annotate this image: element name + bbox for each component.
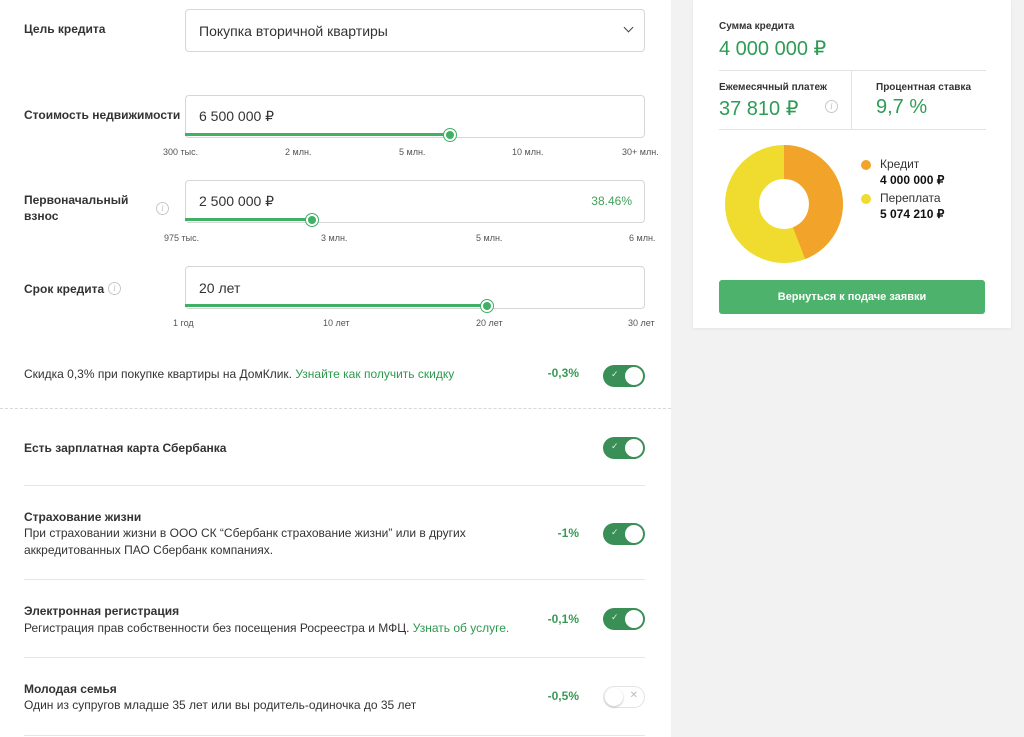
e-registration-desc: Регистрация прав собственности без посещ… (24, 621, 410, 635)
divider (24, 579, 645, 580)
term-tick: 30 лет (628, 318, 655, 328)
purpose-select[interactable]: Покупка вторичной квартиры (185, 9, 645, 52)
price-value: 6 500 000 ₽ (199, 108, 275, 124)
purpose-label: Цель кредита (24, 22, 106, 36)
info-icon[interactable]: i (825, 100, 838, 113)
price-tick: 5 млн. (399, 147, 426, 157)
life-insurance-discount: -1% (557, 526, 579, 540)
loan-amount-value: 4 000 000 ₽ (719, 38, 827, 60)
check-icon: ✓ (611, 612, 619, 622)
down-payment-slider-track[interactable] (185, 218, 312, 221)
domclick-discount-text: Скидка 0,3% при покупке квартиры на ДомК… (24, 366, 494, 383)
price-tick: 2 млн. (285, 147, 312, 157)
chevron-down-icon (623, 22, 634, 33)
term-tick: 20 лет (476, 318, 503, 328)
return-to-application-button[interactable]: Вернуться к подаче заявки (719, 280, 985, 314)
interest-rate-value: 9,7 % (876, 96, 928, 118)
term-input[interactable]: 20 лет (185, 266, 645, 309)
purpose-value: Покупка вторичной квартиры (199, 22, 388, 39)
down-payment-input[interactable]: 2 500 000 ₽ 38.46% (185, 180, 645, 223)
e-registration-text: Регистрация прав собственности без посещ… (24, 620, 544, 637)
down-payment-value: 2 500 000 ₽ (199, 193, 275, 209)
down-payment-tick: 6 млн. (629, 233, 656, 243)
down-payment-label: Первоначальный взнос (24, 193, 129, 223)
check-icon: ✓ (611, 441, 619, 451)
young-family-discount: -0,5% (547, 689, 579, 703)
check-icon: ✓ (611, 369, 619, 379)
interest-rate-label: Процентная ставка (876, 82, 971, 93)
toggle-knob (625, 367, 643, 385)
monthly-payment-label: Ежемесячный платеж (719, 82, 827, 93)
overpayment-legend-label: Переплата (880, 191, 941, 205)
price-label: Стоимость недвижимости (24, 108, 181, 122)
divider (719, 70, 986, 71)
life-insurance-desc: При страховании жизни в ООО СК “Сбербанк… (24, 526, 466, 557)
price-tick: 30+ млн. (622, 147, 659, 157)
summary-card: Сумма кредита 4 000 000 ₽ Ежемесячный пл… (693, 0, 1011, 328)
term-label: Срок кредита (24, 282, 105, 296)
info-icon[interactable]: i (108, 282, 121, 295)
domclick-discount-toggle[interactable]: ✓ (603, 365, 645, 387)
down-payment-tick: 975 тыс. (164, 233, 200, 243)
down-payment-tick: 3 млн. (321, 233, 348, 243)
divider (851, 71, 852, 129)
young-family-title: Молодая семья (24, 682, 117, 696)
down-payment-tick: 5 млн. (476, 233, 503, 243)
salary-card-title: Есть зарплатная карта Сбербанка (24, 441, 227, 455)
domclick-discount-value: -0,3% (547, 366, 579, 380)
check-icon: ✓ (611, 527, 619, 537)
e-registration-toggle[interactable]: ✓ (603, 608, 645, 630)
info-icon[interactable]: i (156, 202, 169, 215)
price-slider-track[interactable] (185, 133, 450, 136)
toggle-knob (625, 439, 643, 457)
close-icon: ✕ (629, 690, 638, 701)
price-input[interactable]: 6 500 000 ₽ (185, 95, 645, 138)
term-tick: 10 лет (323, 318, 350, 328)
domclick-discount-desc: Скидка 0,3% при покупке квартиры на ДомК… (24, 367, 292, 381)
overpayment-legend-value: 5 074 210 ₽ (880, 207, 945, 221)
e-registration-discount: -0,1% (547, 612, 579, 626)
loan-amount-label: Сумма кредита (719, 21, 795, 32)
domclick-discount-link[interactable]: Узнайте как получить скидку (295, 367, 454, 381)
term-slider-handle[interactable] (481, 300, 493, 312)
down-payment-percent: 38.46% (591, 194, 632, 208)
credit-legend-dot (861, 160, 871, 170)
price-slider-handle[interactable] (444, 129, 456, 141)
e-registration-link[interactable]: Узнать об услуге. (413, 621, 509, 635)
payment-donut-chart (725, 145, 843, 263)
price-tick: 10 млн. (512, 147, 544, 157)
term-value: 20 лет (199, 279, 241, 296)
credit-legend-label: Кредит (880, 157, 920, 171)
overpayment-legend-dot (861, 194, 871, 204)
young-family-toggle[interactable]: ✕ (603, 686, 645, 708)
divider (0, 408, 671, 409)
price-tick: 300 тыс. (163, 147, 199, 157)
divider (24, 735, 645, 736)
calculator-form: Цель кредита Покупка вторичной квартиры … (0, 0, 671, 737)
term-tick: 1 год (173, 318, 194, 328)
divider (24, 485, 645, 486)
term-slider-track[interactable] (185, 304, 487, 307)
e-registration-title: Электронная регистрация (24, 604, 180, 618)
salary-card-toggle[interactable]: ✓ (603, 437, 645, 459)
toggle-knob (605, 688, 623, 706)
toggle-knob (625, 610, 643, 628)
life-insurance-title: Страхование жизни (24, 510, 142, 524)
life-insurance-toggle[interactable]: ✓ (603, 523, 645, 545)
divider (24, 657, 645, 658)
toggle-knob (625, 525, 643, 543)
divider (719, 129, 986, 130)
young-family-desc: Один из супругов младше 35 лет или вы ро… (24, 698, 417, 712)
credit-legend-value: 4 000 000 ₽ (880, 173, 945, 187)
down-payment-slider-handle[interactable] (306, 214, 318, 226)
monthly-payment-value: 37 810 ₽ (719, 98, 799, 120)
